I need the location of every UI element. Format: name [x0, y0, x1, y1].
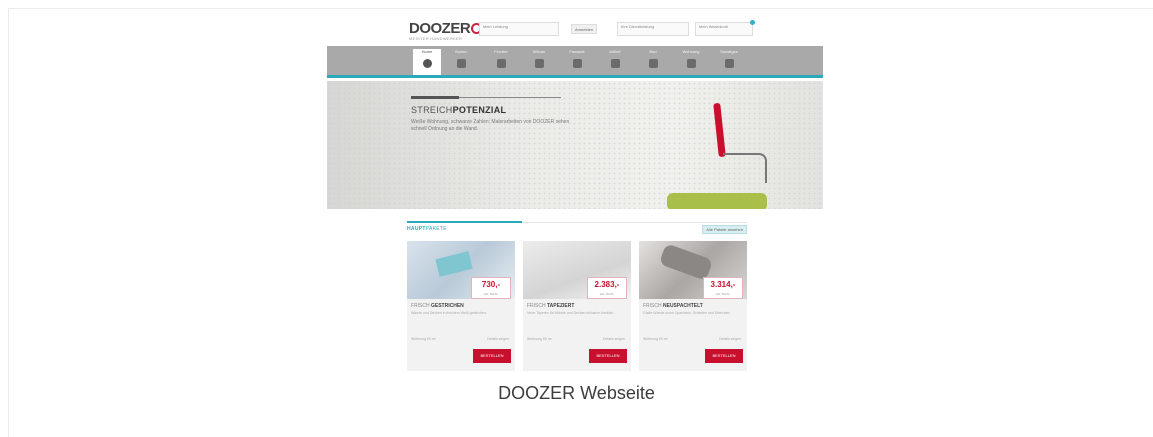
price-tag: 2.383,- inkl. MwSt.: [587, 277, 627, 299]
package-description: Neue Tapeten für Wände und Decken inklus…: [527, 311, 615, 315]
facade-icon: [572, 59, 582, 68]
location-select[interactable]: Mein Leistung: [479, 22, 559, 36]
section-title: HAUPTPAKETE: [407, 226, 447, 232]
order-button[interactable]: BESTELLEN: [473, 349, 511, 363]
hero-text: Weiße Wohnung, schwarze Zahlen: Malerarb…: [411, 119, 570, 132]
nav-label: Wände: [532, 49, 546, 54]
nav-item-moebel[interactable]: Möbel: [601, 49, 629, 75]
price-value: 2.383,-: [594, 280, 620, 289]
price-value: 730,-: [481, 280, 501, 289]
package-card[interactable]: 3.314,- inkl. MwSt. FRISCH NEUSPACHTELT G…: [639, 241, 747, 371]
package-option[interactable]: Wohnung 60 m²: [411, 337, 436, 341]
logo-tagline: MEISTER HANDWERKER: [409, 36, 463, 41]
wall-icon: [534, 59, 544, 68]
cart-button[interactable]: Mein Warenkorb: [695, 22, 753, 36]
package-option[interactable]: Wohnung 60 m²: [527, 337, 552, 341]
nav-label: Boden: [455, 49, 467, 54]
package-option[interactable]: Wohnung 60 m²: [643, 337, 668, 341]
package-description: Glatte Wände durch Spachteln, Schleifen …: [643, 311, 731, 315]
nav-label: Fassade: [569, 49, 585, 54]
nav-item-fenster[interactable]: Fenster: [487, 49, 515, 75]
paint-tray-shape: [435, 251, 473, 277]
section-divider-accent: [407, 221, 522, 223]
website-screenshot: DOOZER MEISTER HANDWERKER Mein Leistung …: [327, 15, 823, 372]
package-title: FRISCH GESTRICHEN: [411, 303, 464, 309]
bath-icon: [648, 59, 658, 68]
site-header: DOOZER MEISTER HANDWERKER Mein Leistung …: [327, 15, 823, 45]
order-button[interactable]: BESTELLEN: [589, 349, 627, 363]
window-icon: [496, 59, 506, 68]
image-caption: DOOZER Webseite: [498, 383, 655, 403]
hero-title: STREICHPOTENZIAL: [411, 105, 507, 115]
misc-icon: [724, 59, 734, 68]
apartment-icon: [686, 59, 696, 68]
package-details-link[interactable]: Details zeigen: [487, 337, 509, 341]
login-button[interactable]: Anmelden: [571, 24, 598, 34]
price-tag: 3.314,- inkl. MwSt.: [703, 277, 743, 299]
hero-banner: STREICHPOTENZIAL Weiße Wohnung, schwarze…: [327, 81, 823, 209]
nav-item-wohnung[interactable]: Wohnung: [677, 49, 705, 75]
floor-icon: [456, 59, 466, 68]
spatula-shape: [658, 243, 714, 281]
price-note: inkl. MwSt.: [483, 292, 499, 296]
nav-item-fassade[interactable]: Fassade: [563, 49, 591, 75]
package-card[interactable]: 2.383,- inkl. MwSt. FRISCH TAPEZIERT Neue…: [523, 241, 631, 371]
nav-label: Bad: [649, 49, 657, 54]
package-title: FRISCH TAPEZIERT: [527, 303, 575, 309]
price-note: inkl. MwSt.: [715, 292, 731, 296]
hero-divider-accent: [411, 96, 459, 99]
nav-item-home[interactable]: Home: [413, 49, 441, 75]
package-title: FRISCH NEUSPACHTELT: [643, 303, 703, 309]
price-value: 3.314,-: [710, 280, 736, 289]
service-select[interactable]: Ihre Dienstleistung: [617, 22, 689, 36]
nav-item-sonstiges[interactable]: Sonstiges: [715, 49, 743, 75]
package-card[interactable]: 730,- inkl. MwSt. FRISCH GESTRICHEN Wände…: [407, 241, 515, 371]
site-logo[interactable]: DOOZER: [409, 20, 483, 37]
paint-roller-frame: [723, 153, 767, 183]
nav-label: Fenster: [494, 49, 508, 54]
nav-item-boden[interactable]: Boden: [447, 49, 475, 75]
price-note: inkl. MwSt.: [599, 292, 615, 296]
main-nav: Home Boden Fenster Wände Fassade Möbel B…: [327, 46, 823, 78]
nav-label: Wohnung: [682, 49, 700, 54]
nav-label: Sonstiges: [720, 49, 738, 54]
package-description: Wände und Decken in frischem Weiß gestri…: [411, 311, 487, 315]
nav-label: Möbel: [609, 49, 621, 54]
cart-count-badge: [750, 20, 755, 25]
price-tag: 730,- inkl. MwSt.: [471, 277, 511, 299]
nav-label: Home: [421, 49, 433, 54]
nav-item-bad[interactable]: Bad: [639, 49, 667, 75]
all-packages-link[interactable]: Alle Pakete ansehen: [702, 225, 747, 234]
furniture-icon: [610, 59, 620, 68]
paint-roller-head: [667, 193, 767, 209]
nav-item-waende[interactable]: Wände: [525, 49, 553, 75]
paint-roller-handle: [713, 102, 726, 158]
order-button[interactable]: BESTELLEN: [705, 349, 743, 363]
home-icon: [422, 59, 432, 68]
package-details-link[interactable]: Details zeigen: [719, 337, 741, 341]
package-details-link[interactable]: Details zeigen: [603, 337, 625, 341]
